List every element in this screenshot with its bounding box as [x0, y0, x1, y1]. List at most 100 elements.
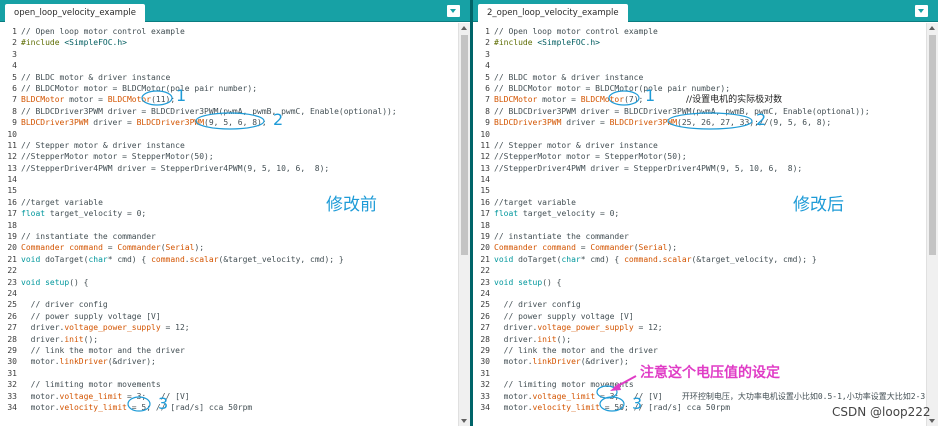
code-text: //StepperDriver4PWM driver = StepperDriv…	[494, 163, 803, 173]
line-number: 20	[7, 243, 17, 253]
line-number: 12	[7, 152, 17, 162]
scroll-up-arrow-icon[interactable]	[461, 26, 467, 30]
csdn-watermark: CSDN @loop222	[832, 405, 931, 419]
code-text: //target variable	[21, 197, 103, 207]
line-number: 26	[7, 311, 17, 321]
code-text: motor.linkDriver(&driver);	[494, 357, 629, 367]
code-text: //StepperDriver4PWM driver = StepperDriv…	[21, 163, 330, 173]
code-text: // power supply voltage [V]	[503, 311, 634, 321]
line-number: 22	[7, 266, 17, 276]
line-number: 9	[485, 118, 490, 128]
code-text: // BLDCDriver3PWM driver = BLDCDriver3PW…	[21, 106, 397, 116]
right-scrollbar-thumb[interactable]	[929, 35, 936, 255]
line-number: 1	[12, 27, 17, 36]
right-vertical-scrollbar[interactable]	[926, 23, 938, 426]
left-editor-pane: open_loop_velocity_example 1 // Open loop…	[0, 0, 470, 426]
left-vertical-scrollbar[interactable]	[458, 23, 470, 426]
code-text: BLDCMotor motor = BLDCMotor(7);	[494, 95, 644, 105]
line-number: 4	[485, 61, 490, 71]
line-number: 9	[12, 118, 17, 128]
after-label: 修改后	[793, 195, 844, 215]
line-number: 32	[480, 380, 490, 390]
line-number: 33	[480, 391, 490, 401]
code-text: // limiting motor movements	[503, 380, 634, 390]
line-number: 17	[480, 209, 490, 219]
code-text: // Stepper motor & driver instance	[494, 140, 658, 150]
line-number: 27	[480, 323, 490, 333]
line-number: 7	[12, 95, 17, 105]
code-text: BLDCDriver3PWM driver = BLDCDriver3PWM(2…	[494, 118, 832, 128]
code-text: // instantiate the commander	[21, 232, 156, 242]
left-file-tab[interactable]: open_loop_velocity_example	[5, 4, 145, 22]
code-text: // Open loop motor control example	[21, 27, 185, 36]
code-text: //target variable	[494, 197, 576, 207]
line-number: 25	[7, 300, 17, 310]
code-text: #include <SimpleFOC.h>	[21, 38, 127, 48]
code-text: // link the motor and the driver	[30, 345, 185, 355]
line-number: 11	[7, 140, 17, 150]
line-number: 3	[485, 49, 490, 59]
voltage-note: 注意这个电压值的设定	[640, 365, 780, 381]
line-number: 24	[480, 288, 490, 298]
line-number: 29	[7, 345, 17, 355]
code-text: // driver config	[30, 300, 108, 310]
scroll-down-arrow-icon[interactable]	[461, 419, 467, 423]
left-label-1: 1	[176, 86, 187, 105]
left-label-2: 2	[273, 110, 284, 129]
code-text: //StepperMotor motor = StepperMotor(50);	[494, 152, 687, 162]
left-code-editor[interactable]: 1 // Open loop motor control example 2 #inc…	[0, 23, 470, 426]
code-text: void setup() {	[494, 277, 562, 287]
code-text: float target_velocity = 0;	[494, 209, 620, 219]
right-label-1: 1	[645, 86, 656, 105]
line-number: 31	[7, 368, 17, 378]
code-text: // BLDC motor & driver instance	[21, 72, 171, 82]
line-number: 31	[480, 368, 490, 378]
line-number: 14	[7, 175, 17, 185]
line-number: 3	[12, 49, 17, 59]
code-text: // BLDCDriver3PWM driver = BLDCDriver3PW…	[494, 106, 870, 116]
code-text: motor.linkDriver(&driver);	[21, 357, 156, 367]
line-number: 27	[7, 323, 17, 333]
line-number: 15	[480, 186, 490, 196]
line-number: 28	[7, 334, 17, 344]
line-number: 30	[7, 357, 17, 367]
code-text: // link the motor and the driver	[503, 345, 658, 355]
right-file-tab[interactable]: 2_open_loop_velocity_example	[478, 4, 628, 22]
line-number: 5	[12, 72, 17, 82]
code-text: driver.init();	[21, 334, 99, 344]
line-number: 34	[7, 402, 17, 412]
right-label-2: 2	[756, 110, 767, 129]
scroll-down-arrow-icon[interactable]	[929, 419, 935, 423]
code-text: Commander command = Commander(Serial);	[21, 243, 205, 253]
line-number: 22	[480, 266, 490, 276]
scroll-up-arrow-icon[interactable]	[929, 26, 935, 30]
right-tab-menu-chevron-down-icon[interactable]	[915, 5, 928, 17]
line-number: 12	[480, 152, 490, 162]
line-number: 2	[485, 38, 490, 48]
left-scrollbar-thumb[interactable]	[461, 35, 468, 255]
code-text: // BLDC motor & driver instance	[494, 72, 644, 82]
line-number: 8	[12, 106, 17, 116]
code-text: motor.velocity_limit = 5; // [rad/s] cca…	[21, 402, 253, 412]
code-text: motor.velocity_limit = 50; // [rad/s] cc…	[494, 402, 731, 412]
code-text: // BLDCMotor motor = BLDCMotor(pole pair…	[21, 83, 258, 93]
code-text: void setup() {	[21, 277, 89, 287]
line-number: 2	[12, 38, 17, 48]
code-text: void doTarget(char* cmd) { command.scala…	[21, 254, 344, 264]
line-number: 30	[480, 357, 490, 367]
line-number: 28	[480, 334, 490, 344]
line-number: 20	[480, 243, 490, 253]
line-number: 23	[7, 277, 17, 287]
code-text: // driver config	[503, 300, 581, 310]
line-number: 7	[485, 95, 490, 105]
line-number: 29	[480, 345, 490, 355]
code-text: BLDCDriver3PWM driver = BLDCDriver3PWM(9…	[21, 118, 267, 128]
left-tab-menu-chevron-down-icon[interactable]	[447, 5, 460, 17]
line-number: 4	[12, 61, 17, 71]
line-number: 10	[480, 129, 490, 139]
code-text: // instantiate the commander	[494, 232, 629, 242]
code-text: #include <SimpleFOC.h>	[494, 38, 600, 48]
line-number: 17	[7, 209, 17, 219]
line-number: 18	[7, 220, 17, 230]
line-number: 14	[480, 175, 490, 185]
